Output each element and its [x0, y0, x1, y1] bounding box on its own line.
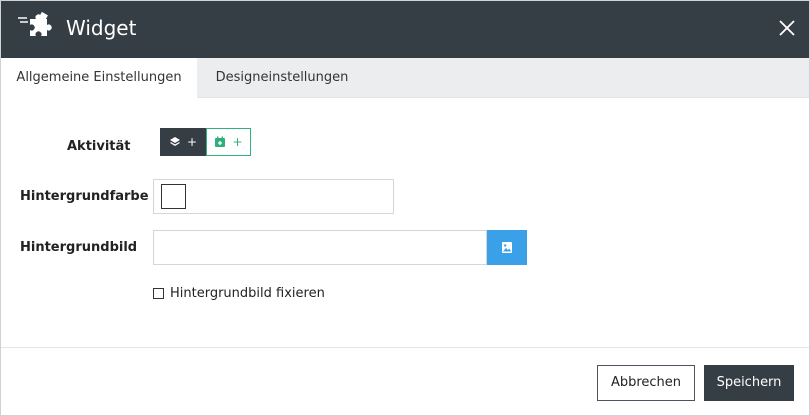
close-icon[interactable]	[775, 16, 799, 40]
fix-background-row: Hintergrundbild fixieren	[153, 284, 325, 302]
add-activity-layers-button[interactable]: +	[160, 128, 206, 156]
dialog-header: Widget	[1, 1, 809, 58]
footer-divider	[1, 347, 809, 348]
puzzle-widget-icon	[18, 11, 52, 36]
dialog-title: Widget	[66, 16, 137, 40]
image-icon	[502, 242, 512, 253]
fix-background-checkbox[interactable]	[153, 287, 164, 299]
fix-background-label[interactable]: Hintergrundbild fixieren	[170, 286, 325, 301]
tab-design-settings[interactable]: Designeinstellungen	[197, 58, 367, 98]
background-image-input[interactable]	[153, 230, 487, 265]
plus-text: +	[186, 135, 198, 149]
tab-general-settings[interactable]: Allgemeine Einstellungen	[1, 58, 197, 98]
tab-bar: Allgemeine Einstellungen Designeinstellu…	[1, 58, 809, 98]
background-image-label: Hintergrundbild	[20, 240, 138, 255]
background-color-picker[interactable]	[153, 179, 394, 214]
background-color-label: Hintergrundfarbe	[20, 189, 149, 204]
layers-icon	[169, 137, 180, 146]
calendar-add-icon	[215, 136, 226, 147]
cancel-button[interactable]: Abbrechen	[597, 365, 695, 401]
plus-text: +	[232, 135, 243, 149]
activity-label: Aktivität	[67, 139, 131, 154]
widget-dialog: Widget Allgemeine Einstellungen Designei…	[0, 0, 810, 416]
save-button[interactable]: Speichern	[704, 365, 794, 401]
color-swatch[interactable]	[161, 184, 186, 209]
choose-image-button[interactable]	[487, 230, 527, 265]
add-activity-calendar-button[interactable]: +	[206, 128, 251, 156]
